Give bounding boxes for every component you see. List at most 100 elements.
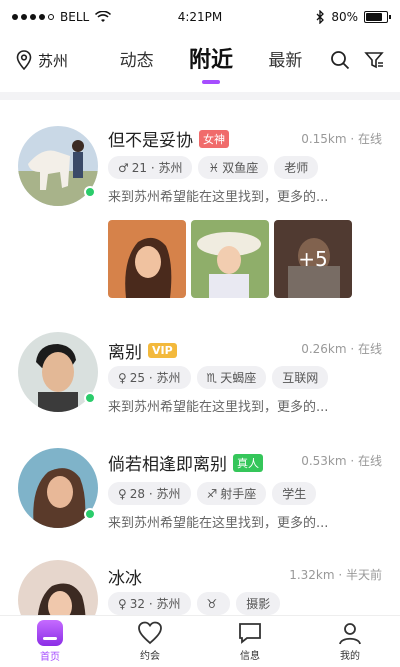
distance-status: 0.26km · 在线 — [301, 342, 382, 356]
status-bar: BELL 4:21PM 80% — [0, 0, 400, 34]
tabbar-messages[interactable]: 信息 — [200, 616, 300, 667]
online-indicator — [84, 186, 96, 198]
sagittarius-icon: ♐ — [206, 486, 218, 501]
distance-status: 0.53km · 在线 — [301, 454, 382, 468]
distance-status: 0.15km · 在线 — [301, 132, 382, 146]
job-tag: 互联网 — [272, 366, 329, 389]
photo-thumbnail-more[interactable]: +5 — [274, 220, 352, 298]
location-label: 苏州 — [38, 51, 69, 70]
user-name: 倘若相逢即离别 — [108, 455, 227, 475]
user-name: 冰冰 — [108, 569, 142, 589]
list-item[interactable]: 离别 VIP 0.26km · 在线 ♀ 25 · 苏州 ♏ 天蝎座 互联网 来… — [0, 310, 400, 422]
female-icon: ♀ — [118, 596, 127, 611]
home-icon — [37, 620, 63, 646]
job-tag: 老师 — [274, 156, 319, 179]
tag-label: 天蝎座 — [220, 371, 257, 385]
tag-label: 双鱼座 — [222, 161, 259, 175]
list-item[interactable]: 倘若相逢即离别 真人 0.53km · 在线 ♀ 28 · 苏州 ♐ 射手座 学… — [0, 422, 400, 534]
tag-list: ♂ 21 · 苏州 ♓ 双鱼座 老师 — [108, 156, 319, 179]
filter-icon[interactable] — [364, 50, 384, 70]
tag-label: 28 · 苏州 — [129, 487, 181, 501]
tag-label: 摄影 — [246, 597, 271, 611]
zodiac-tag: ♓ 双鱼座 — [198, 156, 269, 179]
status-left: BELL — [12, 10, 162, 24]
badge-label: 女神 — [203, 132, 225, 146]
nav-actions — [330, 50, 384, 70]
age-city-tag: ♀ 25 · 苏州 — [108, 366, 191, 389]
list-item[interactable]: 但不是妥协 女神 0.15km · 在线 ♂ 21 · 苏州 ♓ 双鱼座 老师 … — [0, 100, 400, 310]
vip-badge: VIP — [148, 343, 177, 358]
male-icon: ♂ — [118, 160, 129, 175]
verified-badge: 真人 — [233, 453, 263, 472]
tabbar-date[interactable]: 约会 — [100, 616, 200, 667]
job-tag: 摄影 — [236, 592, 281, 615]
status-time: 4:21PM — [177, 10, 223, 24]
feed-tabs: 动态 附近 最新 — [102, 42, 320, 78]
photo-thumbnail[interactable] — [191, 220, 269, 298]
tabbar-label: 信息 — [240, 651, 260, 662]
tab-nearby[interactable]: 附近 — [189, 42, 233, 78]
zodiac-icon: ♉ — [206, 596, 218, 611]
tag-label: 学生 — [282, 487, 307, 501]
tag-label: 21 · 苏州 — [131, 161, 183, 175]
tag-label: 32 · 苏州 — [129, 597, 181, 611]
zodiac-tag: ♐ 射手座 — [196, 482, 267, 505]
tab-latest[interactable]: 最新 — [268, 46, 302, 75]
battery-icon — [364, 11, 391, 23]
nearby-user-list: 但不是妥协 女神 0.15km · 在线 ♂ 21 · 苏州 ♓ 双鱼座 老师 … — [0, 100, 400, 615]
location-pin-icon — [16, 50, 32, 70]
tabbar-label: 首页 — [40, 652, 60, 663]
tag-label: 射手座 — [220, 487, 257, 501]
signal-icon — [12, 14, 54, 20]
age-city-tag: ♀ 32 · 苏州 — [108, 592, 191, 615]
more-photos-count: +5 — [274, 220, 352, 298]
pisces-icon: ♓ — [208, 160, 220, 175]
zodiac-tag: ♏ 天蝎座 — [196, 366, 267, 389]
wifi-icon — [95, 11, 112, 22]
user-bio: 来到苏州希望能在这里找到，更多的... — [108, 190, 329, 205]
scorpio-icon: ♏ — [206, 370, 218, 385]
heart-icon — [138, 621, 162, 645]
bluetooth-icon — [316, 10, 325, 24]
bottom-tab-bar: 首页 约会 信息 我的 — [0, 615, 400, 667]
name-row: 冰冰 — [108, 564, 142, 589]
user-bio: 来到苏州希望能在这里找到，更多的... — [108, 516, 329, 531]
tag-label: 老师 — [284, 161, 309, 175]
online-indicator — [84, 392, 96, 404]
tab-dynamic[interactable]: 动态 — [120, 46, 154, 75]
tabbar-home[interactable]: 首页 — [0, 616, 100, 667]
location-selector[interactable]: 苏州 — [16, 50, 102, 71]
photo-strip: +5 — [108, 220, 352, 298]
job-tag: 学生 — [272, 482, 317, 505]
avatar[interactable] — [18, 560, 98, 615]
tag-list: ♀ 28 · 苏州 ♐ 射手座 学生 — [108, 482, 317, 505]
zodiac-tag: ♉ — [196, 592, 231, 615]
tag-label: 互联网 — [282, 371, 319, 385]
tag-list: ♀ 32 · 苏州 ♉ 摄影 — [108, 592, 281, 615]
name-row: 离别 VIP — [108, 338, 177, 363]
name-row: 倘若相逢即离别 真人 — [108, 450, 263, 475]
tabbar-label: 约会 — [140, 651, 160, 662]
female-icon: ♀ — [118, 486, 127, 501]
user-icon — [339, 623, 361, 645]
top-nav: 苏州 动态 附近 最新 — [0, 36, 400, 84]
search-icon[interactable] — [330, 50, 350, 70]
online-indicator — [84, 508, 96, 520]
female-icon: ♀ — [118, 370, 127, 385]
status-right: 80% — [238, 10, 391, 24]
user-bio: 来到苏州希望能在这里找到，更多的... — [108, 400, 329, 415]
photo-thumbnail[interactable] — [108, 220, 186, 298]
tabbar-profile[interactable]: 我的 — [300, 616, 400, 667]
age-city-tag: ♀ 28 · 苏州 — [108, 482, 191, 505]
goddess-badge: 女神 — [199, 129, 229, 148]
list-item[interactable]: 冰冰 1.32km · 半天前 ♀ 32 · 苏州 ♉ 摄影 — [0, 534, 400, 615]
tag-label: 25 · 苏州 — [129, 371, 181, 385]
name-row: 但不是妥协 女神 — [108, 126, 229, 151]
badge-label: 真人 — [237, 456, 259, 470]
section-divider — [0, 92, 400, 100]
distance-status: 1.32km · 半天前 — [289, 568, 382, 582]
tabbar-label: 我的 — [340, 651, 360, 662]
user-name: 但不是妥协 — [108, 131, 193, 151]
tag-list: ♀ 25 · 苏州 ♏ 天蝎座 互联网 — [108, 366, 329, 389]
battery-percent: 80% — [331, 10, 358, 24]
